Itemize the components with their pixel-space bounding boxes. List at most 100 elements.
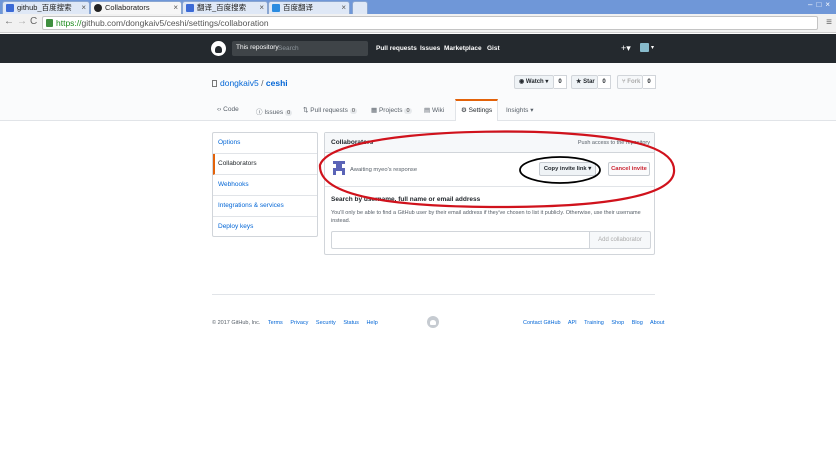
tab-close-icon[interactable]: × (81, 2, 86, 14)
sidebar-item-integrations[interactable]: Integrations & services (213, 196, 317, 217)
nav-pull-requests[interactable]: Pull requests (376, 45, 417, 52)
repo-name-link[interactable]: ceshi (266, 78, 288, 88)
footer-link-blog[interactable]: Blog (632, 320, 643, 326)
tab-counter: 0 (404, 108, 412, 114)
tab-insights[interactable]: Insights ▾ (506, 106, 533, 114)
browser-tab-translate-search[interactable]: 翻译_百度搜索 × (182, 1, 268, 14)
tab-label: Issues (264, 109, 284, 116)
avatar[interactable] (640, 43, 649, 52)
back-icon[interactable]: ← (4, 16, 14, 27)
star-button[interactable]: ★ Star (571, 75, 598, 89)
address-bar[interactable]: https://github.com/dongkaiv5/ceshi/setti… (42, 16, 818, 30)
lock-icon (46, 19, 53, 27)
chevron-down-icon[interactable]: ▾ (651, 44, 654, 51)
repo-separator: / (261, 78, 264, 88)
plus-dropdown-icon[interactable]: +▾ (621, 43, 631, 54)
tab-wiki[interactable]: ▤ Wiki (424, 106, 444, 114)
tab-projects[interactable]: ▦ Projects 0 (371, 106, 412, 114)
github-octocat-icon (94, 4, 102, 12)
sidebar-item-deploy-keys[interactable]: Deploy keys (213, 217, 317, 238)
eye-icon: ◉ (519, 79, 525, 85)
footer-right: Contact GitHub API Training Shop Blog Ab… (523, 320, 664, 326)
add-collaborator-button[interactable]: Add collaborator (589, 231, 651, 249)
tab-label: Collaborators (105, 3, 150, 12)
nav-gist[interactable]: Gist (487, 45, 500, 52)
baidu-paw-icon (186, 4, 194, 12)
tab-label: 百度翻译 (283, 3, 313, 12)
footer-link-security[interactable]: Security (316, 320, 336, 326)
window-controls[interactable]: –□× (808, 0, 834, 12)
watch-count[interactable]: 0 (554, 75, 567, 89)
forward-icon[interactable]: → (17, 16, 27, 27)
baidu-translate-icon (272, 4, 280, 12)
footer-link-help[interactable]: Help (366, 320, 377, 326)
collaborator-search-input[interactable] (331, 231, 590, 249)
cancel-invite-button[interactable]: Cancel invite (608, 162, 650, 176)
gear-icon: ⚙ (461, 107, 467, 114)
tab-label: Projects (378, 107, 403, 114)
copy-invite-link-button[interactable]: Copy invite link ▾ (539, 162, 596, 176)
collaborators-panel: Collaborators Push access to the reposit… (324, 132, 655, 255)
watch-button[interactable]: ◉ Watch ▾ (514, 75, 554, 89)
tab-counter: 0 (349, 108, 357, 114)
sidebar-item-options[interactable]: Options (213, 133, 317, 154)
reload-icon[interactable]: C (30, 16, 37, 27)
fork-button[interactable]: ⑂ Fork (617, 75, 643, 89)
star-count[interactable]: 0 (598, 75, 611, 89)
panel-header: Collaborators Push access to the reposit… (325, 133, 654, 153)
settings-sidebar: Options Collaborators Webhooks Integrati… (212, 132, 318, 237)
browser-tab-strip: github_百度搜索 × Collaborators × 翻译_百度搜索 × … (0, 0, 836, 14)
issue-icon: ⓘ (256, 109, 263, 116)
fork-icon: ⑂ (622, 79, 626, 85)
search-help-text: You'll only be able to find a GitHub use… (331, 210, 641, 224)
awaiting-response-text: Awaiting myeo's response (350, 167, 418, 173)
tab-issues[interactable]: ⓘ Issues 0 (256, 106, 293, 116)
star-icon: ★ (576, 79, 582, 85)
footer-link-about[interactable]: About (650, 320, 664, 326)
browser-tab-collaborators[interactable]: Collaborators × (90, 1, 182, 14)
tab-counter: 0 (285, 110, 293, 116)
search-input[interactable] (278, 42, 364, 55)
tab-close-icon[interactable]: × (259, 2, 264, 14)
new-tab-button[interactable] (352, 1, 368, 14)
menu-icon[interactable]: ≡ (826, 17, 832, 28)
footer-link-status[interactable]: Status (343, 320, 359, 326)
repo-icon (212, 80, 217, 87)
tab-label: Settings (468, 107, 493, 114)
footer-link-shop[interactable]: Shop (611, 320, 624, 326)
tab-label: github_百度搜索 (17, 3, 72, 12)
tab-close-icon[interactable]: × (173, 2, 178, 14)
search-scope-label: This repository (236, 44, 279, 51)
footer-link-contact[interactable]: Contact GitHub (523, 320, 561, 326)
nav-marketplace[interactable]: Marketplace (444, 45, 482, 52)
tab-label: Wiki (431, 107, 445, 114)
nav-issues[interactable]: Issues (420, 45, 440, 52)
tab-code[interactable]: ‹› Code (217, 106, 239, 113)
panel-note: Push access to the repository (577, 140, 650, 146)
tab-label: Pull requests (310, 107, 348, 114)
tab-pull-requests[interactable]: ⇅ Pull requests 0 (303, 106, 357, 114)
browser-tab-github-search[interactable]: github_百度搜索 × (2, 1, 90, 14)
browser-tab-baidu-translate[interactable]: 百度翻译 × (268, 1, 350, 14)
github-logo-icon[interactable] (211, 41, 226, 56)
repo-owner-link[interactable]: dongkaiv5 (220, 78, 259, 88)
footer-link-terms[interactable]: Terms (268, 320, 283, 326)
search-collaborator-label: Search by username, full name or email a… (331, 196, 481, 203)
url-scheme: https:// (56, 18, 82, 28)
tab-close-icon[interactable]: × (341, 2, 346, 14)
footer-link-training[interactable]: Training (584, 320, 604, 326)
tab-label: 翻译_百度搜索 (197, 3, 247, 12)
tab-settings[interactable]: ⚙ Settings (461, 106, 492, 114)
footer-copyright: © 2017 GitHub, Inc. (212, 320, 261, 326)
fork-count[interactable]: 0 (643, 75, 656, 89)
github-mark-icon[interactable] (427, 316, 439, 328)
footer-link-api[interactable]: API (568, 320, 577, 326)
footer-divider (212, 294, 655, 295)
star-label: Star (583, 79, 595, 85)
footer-link-privacy[interactable]: Privacy (290, 320, 308, 326)
sidebar-item-webhooks[interactable]: Webhooks (213, 175, 317, 196)
header-search: This repository (232, 41, 368, 56)
watch-label: Watch ▾ (525, 79, 549, 85)
sidebar-item-collaborators[interactable]: Collaborators (213, 154, 317, 175)
collaborator-row: Awaiting myeo's response Copy invite lin… (325, 153, 654, 187)
